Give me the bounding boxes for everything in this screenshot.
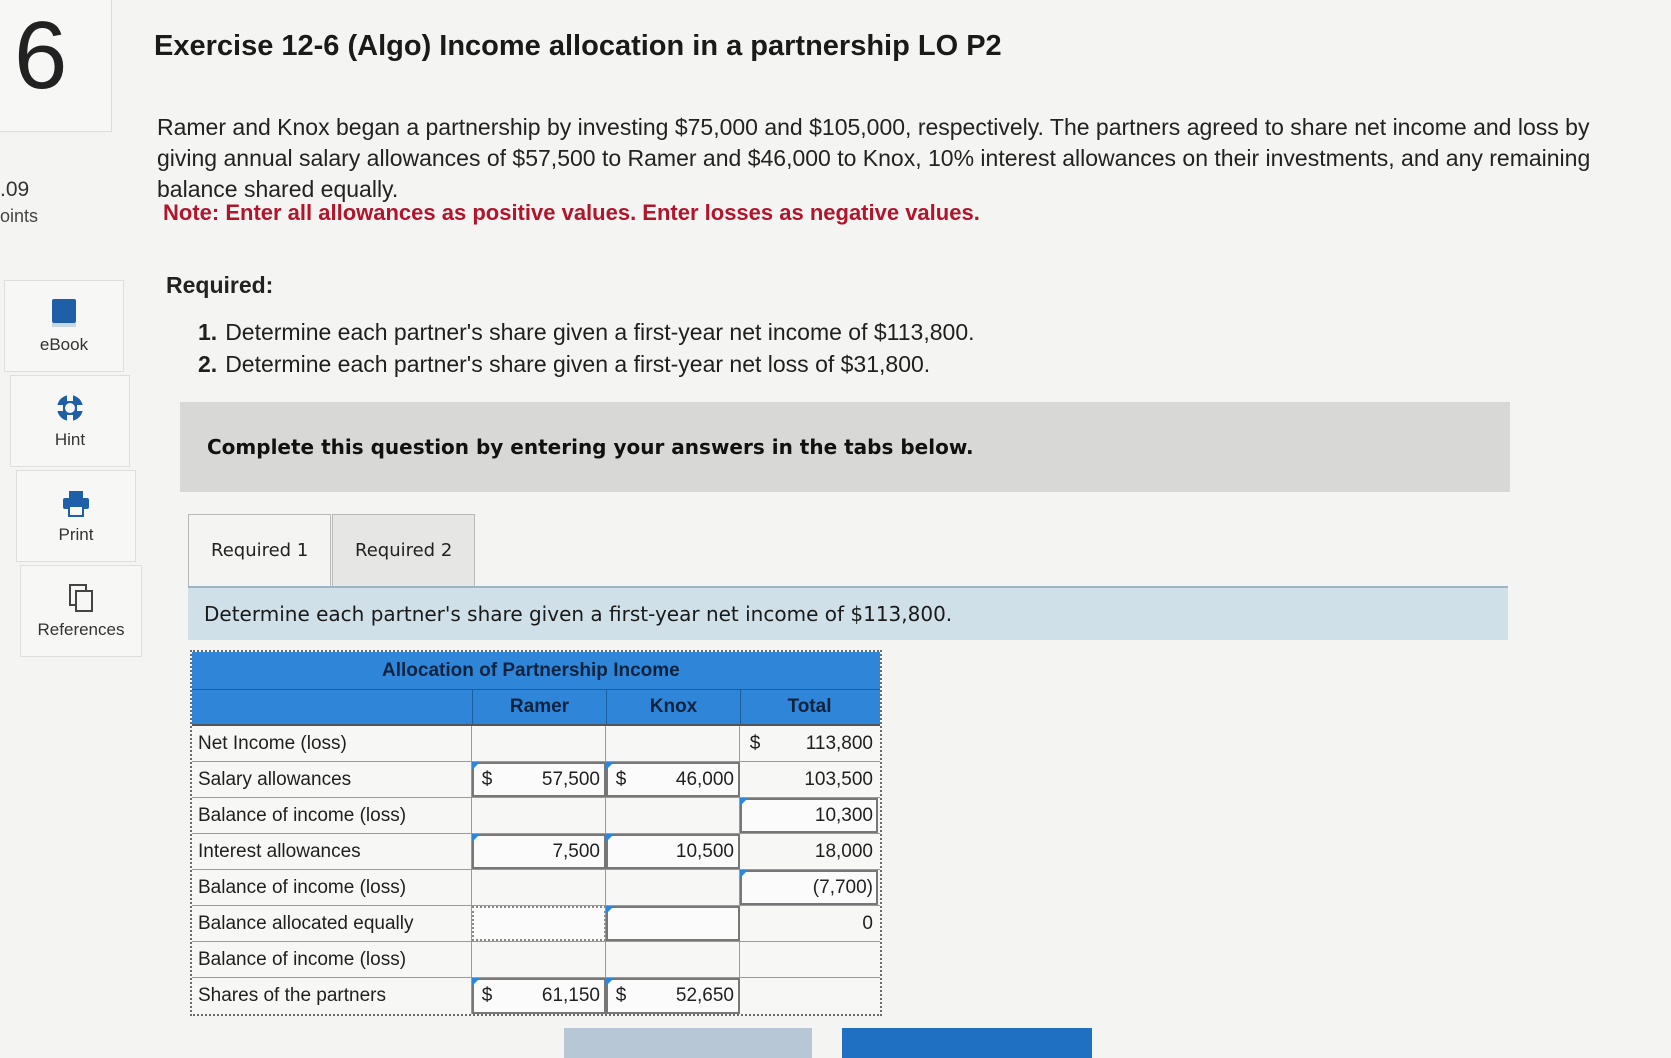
knox-allocated-input[interactable] <box>606 906 740 941</box>
ramer-cell <box>472 870 606 905</box>
balance-1-total-input[interactable]: 10,300 <box>740 798 878 833</box>
ramer-allocated-input[interactable] <box>472 906 606 941</box>
total-cell: $ 113,800 <box>740 726 878 761</box>
header-ramer: Ramer <box>472 690 606 724</box>
instruction-text: Complete this question by entering your … <box>207 435 974 459</box>
ramer-value: 7,500 <box>552 840 600 862</box>
printer-icon <box>63 491 89 517</box>
allocation-table: Allocation of Partnership Income Ramer K… <box>190 650 882 1016</box>
header-total: Total <box>740 690 878 724</box>
ebook-button[interactable]: eBook <box>4 280 124 372</box>
ramer-share-input[interactable]: $ 61,150 <box>472 978 606 1014</box>
problem-statement: Ramer and Knox began a partnership by in… <box>157 114 1591 202</box>
tab-required-2[interactable]: Required 2 <box>332 514 476 586</box>
total-cell <box>740 978 878 1014</box>
lifebuoy-icon <box>57 395 83 421</box>
ramer-value: 57,500 <box>541 768 600 790</box>
question-number: 6 <box>14 2 68 109</box>
total-value: 113,800 <box>805 732 873 754</box>
ramer-cell <box>472 942 606 977</box>
knox-value: 52,650 <box>675 985 734 1006</box>
requirement-2: 2. Determine each partner's share given a… <box>198 351 931 377</box>
ramer-cell <box>472 798 606 833</box>
hint-button[interactable]: Hint <box>10 375 130 467</box>
row-label: Balance of income (loss) <box>192 798 472 833</box>
knox-cell <box>606 942 740 977</box>
dollar-sign: $ <box>615 768 627 790</box>
dollar-sign: $ <box>749 732 761 754</box>
total-value: 0 <box>862 912 873 934</box>
tab-required-1[interactable]: Required 1 <box>188 514 332 586</box>
table-row-interest: Interest allowances 7,500 10,500 18,000 <box>192 834 880 870</box>
table-header-row: Ramer Knox Total <box>192 690 880 726</box>
dollar-sign: $ <box>481 768 493 790</box>
hint-label: Hint <box>54 430 86 449</box>
knox-cell <box>606 798 740 833</box>
total-value: (7,700) <box>812 876 873 898</box>
print-button[interactable]: Print <box>16 470 136 562</box>
knox-cell <box>606 870 740 905</box>
documents-icon <box>69 584 93 612</box>
dollar-sign: $ <box>481 985 493 1006</box>
knox-cell <box>606 726 740 761</box>
total-cell: 18,000 <box>740 834 878 869</box>
knox-interest-input[interactable]: 10,500 <box>606 834 740 869</box>
total-value: 10,300 <box>814 804 873 826</box>
required-heading: Required: <box>166 272 274 298</box>
ramer-interest-input[interactable]: 7,500 <box>472 834 606 869</box>
question-number-box: 6 <box>0 0 112 132</box>
ramer-salary-input[interactable]: $ 57,500 <box>472 762 606 797</box>
previous-tab-button[interactable] <box>564 1028 812 1058</box>
exercise-title: Exercise 12-6 (Algo) Income allocation i… <box>154 30 1002 62</box>
tab-subheading: Determine each partner's share given a f… <box>188 588 1508 640</box>
references-button[interactable]: References <box>20 565 142 657</box>
row-label: Balance of income (loss) <box>192 942 472 977</box>
knox-share-input[interactable]: $ 52,650 <box>606 978 740 1014</box>
subheading-text: Determine each partner's share given a f… <box>204 602 953 626</box>
table-row-allocated-equally: Balance allocated equally 0 <box>192 906 880 942</box>
ramer-cell <box>472 726 606 761</box>
book-icon <box>52 299 76 327</box>
points-label: oints <box>0 206 39 226</box>
ramer-value: 61,150 <box>541 985 600 1006</box>
table-row-balance-2: Balance of income (loss) (7,700) <box>192 870 880 906</box>
total-cell: 0 <box>740 906 878 941</box>
table-row-balance-1: Balance of income (loss) 10,300 <box>192 798 880 834</box>
table-row-shares: Shares of the partners $ 61,150 $ 52,650 <box>192 978 880 1014</box>
balance-2-total-input[interactable]: (7,700) <box>740 870 878 905</box>
row-label: Salary allowances <box>192 762 472 797</box>
row-label: Net Income (loss) <box>192 726 472 761</box>
note-text: Note: Enter all allowances as positive v… <box>163 200 980 225</box>
header-blank <box>192 690 472 724</box>
references-label: References <box>37 620 125 639</box>
dollar-sign: $ <box>615 985 627 1006</box>
total-value: 18,000 <box>814 840 873 862</box>
requirement-1: 1. Determine each partner's share given a… <box>198 319 975 345</box>
table-row-net-income: Net Income (loss) $ 113,800 <box>192 726 880 762</box>
knox-value: 46,000 <box>675 768 734 790</box>
ebook-label: eBook <box>39 335 89 354</box>
total-cell: 103,500 <box>740 762 878 797</box>
total-value: 103,500 <box>804 768 873 790</box>
total-cell <box>740 942 878 977</box>
table-title: Allocation of Partnership Income <box>192 652 880 690</box>
row-label: Shares of the partners <box>192 978 472 1014</box>
instruction-banner: Complete this question by entering your … <box>180 402 1510 492</box>
next-tab-button[interactable] <box>842 1028 1092 1058</box>
header-knox: Knox <box>606 690 740 724</box>
knox-value: 10,500 <box>675 840 734 862</box>
row-label: Balance of income (loss) <box>192 870 472 905</box>
table-row-salary: Salary allowances $ 57,500 $ 46,000 103,… <box>192 762 880 798</box>
requirements-list: 1. Determine each partner's share given a… <box>198 316 975 380</box>
knox-salary-input[interactable]: $ 46,000 <box>606 762 740 797</box>
print-label: Print <box>58 525 94 544</box>
points-value: .09 <box>0 178 30 201</box>
table-row-balance-3: Balance of income (loss) <box>192 942 880 978</box>
row-label: Interest allowances <box>192 834 472 869</box>
row-label: Balance allocated equally <box>192 906 472 941</box>
